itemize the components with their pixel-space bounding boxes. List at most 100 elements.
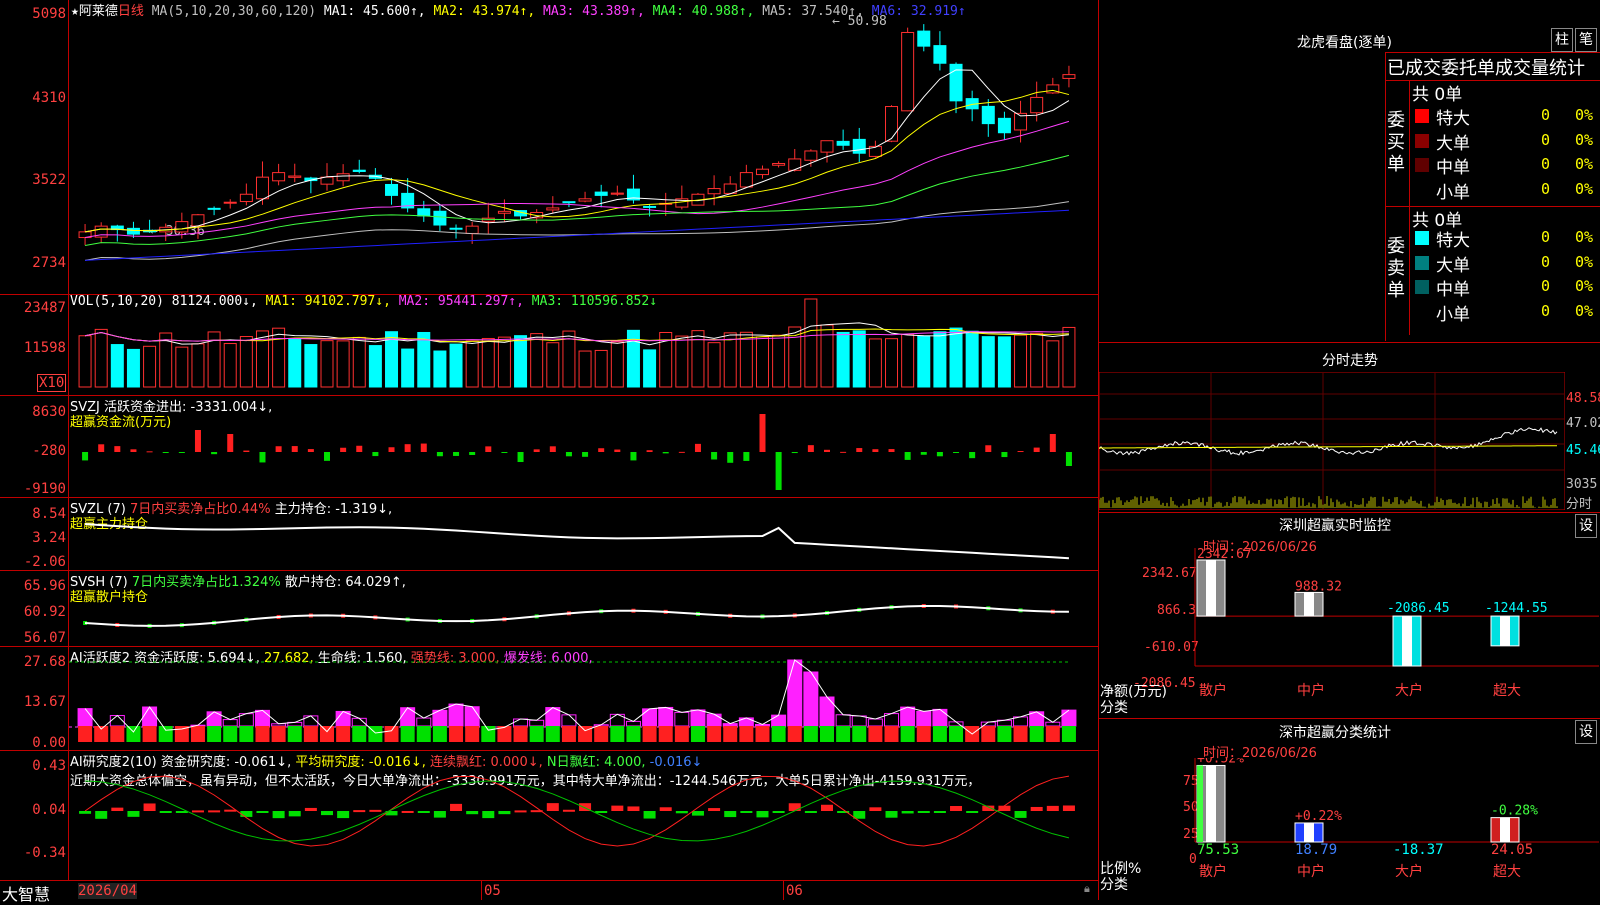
svzj-chart[interactable] [69,396,1098,497]
flow-bar [388,447,395,452]
tick-mode-button[interactable]: 笔 [1575,28,1597,52]
candle-body [933,45,947,64]
fenshi-frame [1099,372,1565,510]
stats-settings-button[interactable]: 设 [1575,720,1597,744]
research-bar [304,807,317,811]
research-bar [401,810,414,813]
activity-base [400,726,415,742]
stats-category-label: 中户 [1297,863,1325,880]
flow-bar [920,452,927,455]
volume-bar [304,344,318,388]
research-bar [256,811,269,813]
activity-base [949,726,964,742]
activity-bar [658,706,674,727]
flow-bar [646,450,653,452]
activity-bar [561,714,577,727]
volume-bar [594,349,608,388]
fenshi-price-line [1099,427,1558,456]
dragon-tabs[interactable]: 已成交委托单成交量统计 [1387,54,1585,80]
ai2-axis-tick: 0.04 [32,802,66,818]
volume-chart[interactable] [69,295,1098,395]
candle-body [385,183,399,196]
flow-bar [404,444,411,452]
monitor-category-label: 散户 [1199,682,1227,699]
stats-top-label: -0.28% [1491,804,1538,819]
volume-bar [143,345,157,388]
date-axis-start: 2026/04 [78,883,138,899]
ai-activity-chart[interactable] [69,647,1098,750]
research-bar [804,811,817,813]
activity-base [239,726,254,742]
ma-line [84,69,1070,233]
flow-bar [453,452,460,456]
dragon-side-divider [1409,80,1410,335]
activity-base [303,726,318,742]
volume-bar [433,350,447,388]
monitor-border [1099,512,1600,513]
legend-swatch [1415,133,1429,148]
vol-axis-tick: 11598 [23,340,66,356]
flow-bar [178,452,185,453]
activity-base [142,726,157,742]
monitor-value-label: 2342.67 [1197,548,1252,562]
svzl-chart[interactable] [69,498,1098,570]
flow-bar [243,450,250,452]
stats-chart[interactable]: +0.52% 75.53 散户 +0.22% 18.79 中户 -18.37 大户 -0.28%… [1099,758,1600,900]
stats-category-label: 大户 [1395,863,1423,880]
price-chart[interactable] [69,0,1098,294]
activity-base [674,726,689,742]
volume-bar [1030,332,1044,388]
fenshi-axis-tick: 48.58 [1566,391,1600,406]
candle-body [820,140,834,153]
flow-bar [98,444,105,452]
flow-bar [533,449,540,452]
ai-research-chart[interactable] [69,751,1098,880]
activity-base [513,726,528,742]
buy-total: 共 0单 [1412,85,1463,105]
activity-bar [464,706,480,727]
fenshi-header-bar [1099,342,1600,343]
ai2-axis-tick: 0.43 [32,758,66,774]
lock-icon[interactable]: 🔒︎ [1084,882,1090,896]
monitor-chart[interactable]: 2342.67 散户 988.32 中户 -2086.45 大户 -1244.55 超大 [1099,548,1600,718]
monitor-settings-button[interactable]: 设 [1575,514,1597,538]
activity-base [997,726,1012,742]
candle-body [804,150,818,161]
price-axis-tick: 5098 [32,6,66,22]
activity-bar [835,714,851,727]
order-type-label: 特大 [1436,109,1470,129]
legend-swatch [1415,109,1429,123]
research-bar [595,811,608,813]
candle-body [594,191,608,196]
flow-bar [1001,452,1008,458]
research-bar [708,808,721,811]
svsh-chart[interactable] [69,571,1098,646]
flow-bar [259,452,266,463]
bar-mode-button[interactable]: 柱 [1551,28,1573,52]
flow-bar [565,452,572,457]
activity-base [1029,726,1044,742]
monitor-value-label: -2086.45 [1387,601,1450,616]
kline-chart-area[interactable]: 5098 4310 3522 2734 ★阿莱德日线 MA(5,10,20,30… [0,0,1098,904]
activity-bar [77,708,93,727]
research-bar [1030,806,1043,811]
volume-bar [707,342,721,388]
fenshi-chart[interactable] [1099,372,1565,510]
retail-holding-line [84,605,1069,627]
candle-body [739,172,753,188]
flow-bar [549,446,556,452]
svzj-axis-tick: 8630 [32,404,66,420]
volume-bar [933,331,947,388]
activity-bar [254,709,270,727]
activity-bar [690,709,706,727]
flow-bar [227,434,234,452]
activity-bar [142,706,158,727]
activity-bar [771,714,787,727]
activity-bar [932,708,948,727]
flow-bar [114,446,121,452]
flow-bar [82,452,89,461]
flow-bar [211,452,218,455]
flow-bar [194,430,201,452]
research-bar [369,809,382,812]
volume-bar [336,340,350,388]
